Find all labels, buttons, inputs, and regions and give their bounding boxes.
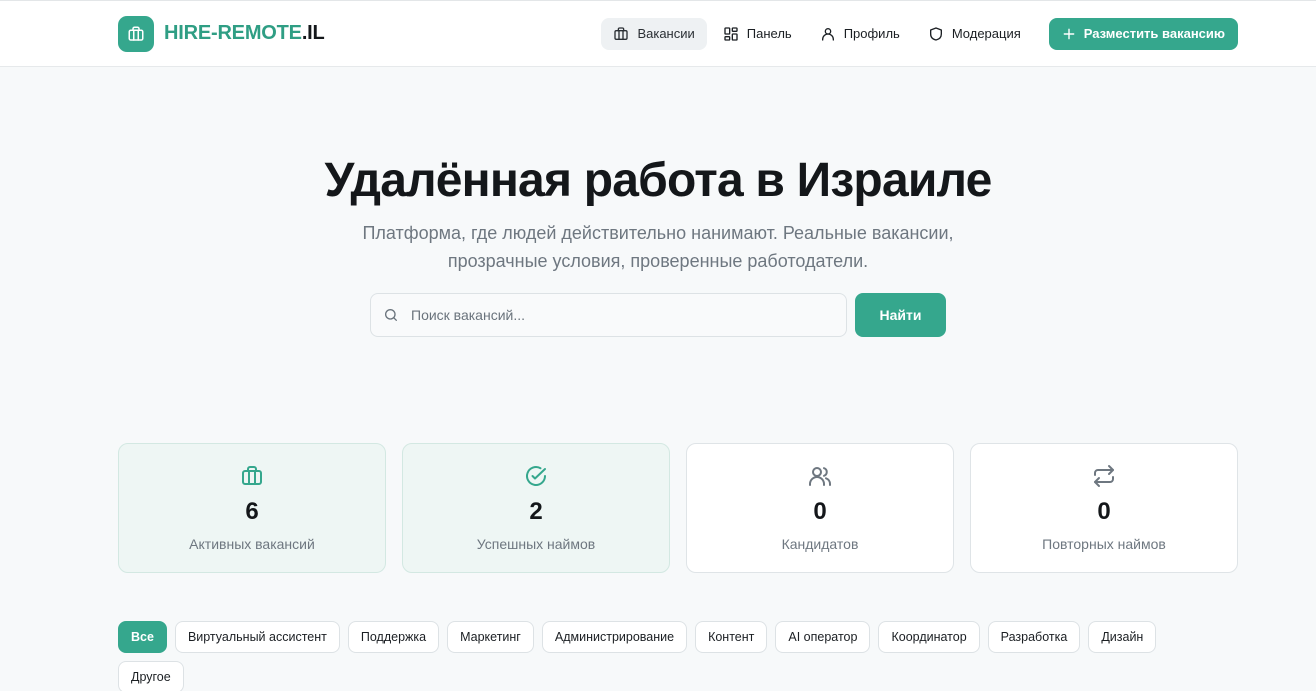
hero: Удалённая работа в Израиле Платформа, гд… xyxy=(0,67,1316,337)
stat-card-successful-hires: 2 Успешных наймов xyxy=(402,443,670,573)
users-icon xyxy=(809,467,832,486)
category-chip-ai-operator[interactable]: AI оператор xyxy=(775,621,871,653)
stat-card-repeat-hires: 0 Повторных наймов xyxy=(970,443,1238,573)
stat-value: 0 xyxy=(1097,498,1111,525)
nav-item-label: Модерация xyxy=(951,26,1021,41)
search-box xyxy=(370,293,847,337)
briefcase-icon xyxy=(118,15,154,52)
site-header: HIRE-REMOTE.IL Вакансии Панель Профиль М… xyxy=(0,1,1316,67)
post-job-button[interactable]: Разместить вакансию xyxy=(1048,17,1238,50)
nav-item-profile[interactable]: Профиль xyxy=(808,18,912,50)
nav-item-moderation[interactable]: Модерация xyxy=(916,18,1033,50)
briefcase-icon xyxy=(242,466,262,485)
nav-item-jobs[interactable]: Вакансии xyxy=(601,17,707,50)
nav-item-label: Профиль xyxy=(843,26,900,41)
category-chip-coordinator[interactable]: Координатор xyxy=(878,621,980,653)
shield-icon xyxy=(929,26,942,41)
nav-item-label: Вакансии xyxy=(637,26,695,41)
check-circle-icon xyxy=(526,466,546,486)
nav-item-label: Панель xyxy=(746,26,792,41)
logo-text-accent: HIRE-REMOTE xyxy=(164,22,302,44)
logo[interactable]: HIRE-REMOTE.IL xyxy=(118,15,325,52)
category-chip-development[interactable]: Разработка xyxy=(987,621,1081,653)
category-chip-content[interactable]: Контент xyxy=(695,621,768,653)
repeat-icon xyxy=(1094,465,1114,487)
nav-item-dashboard[interactable]: Панель xyxy=(711,18,804,50)
category-filters: Все Виртуальный ассистент Поддержка Марк… xyxy=(118,621,1198,691)
category-chip-marketing[interactable]: Маркетинг xyxy=(447,621,534,653)
stat-label: Кандидатов xyxy=(781,536,859,552)
stat-label: Успешных наймов xyxy=(476,536,596,552)
stat-card-active-jobs: 6 Активных вакансий xyxy=(118,443,386,573)
stat-card-candidates: 0 Кандидатов xyxy=(686,443,954,573)
grid-icon xyxy=(724,26,738,41)
category-chip-support[interactable]: Поддержка xyxy=(347,621,440,653)
plus-icon xyxy=(1063,28,1075,39)
search-icon xyxy=(385,309,397,321)
category-chip-all[interactable]: Все xyxy=(118,621,167,653)
logo-text: HIRE-REMOTE.IL xyxy=(164,22,325,45)
user-icon xyxy=(821,27,834,41)
page-title: Удалённая работа в Израиле xyxy=(324,154,992,207)
stats-row: 6 Активных вакансий 2 Успешных наймов 0 … xyxy=(118,443,1238,573)
stat-value: 2 xyxy=(529,498,543,525)
logo-text-suffix: .IL xyxy=(301,22,325,44)
category-chip-virtual-assistant[interactable]: Виртуальный ассистент xyxy=(174,621,340,653)
stat-value: 0 xyxy=(813,498,827,525)
post-job-label: Разместить вакансию xyxy=(1083,26,1225,41)
hero-subtitle: Платформа, где людей действительно наним… xyxy=(362,223,954,271)
search-input[interactable] xyxy=(411,307,834,323)
main-nav: Вакансии Панель Профиль Модерация Размес… xyxy=(601,17,1238,50)
search-button[interactable]: Найти xyxy=(855,293,946,337)
stat-value: 6 xyxy=(245,498,259,525)
category-chip-design[interactable]: Дизайн xyxy=(1088,621,1157,653)
search-row: Найти xyxy=(0,293,1316,337)
stat-label: Активных вакансий xyxy=(189,536,315,552)
category-chip-administration[interactable]: Администрирование xyxy=(541,621,688,653)
stat-label: Повторных наймов xyxy=(1042,536,1166,552)
briefcase-icon xyxy=(614,26,629,40)
category-chip-other[interactable]: Другое xyxy=(118,661,184,691)
